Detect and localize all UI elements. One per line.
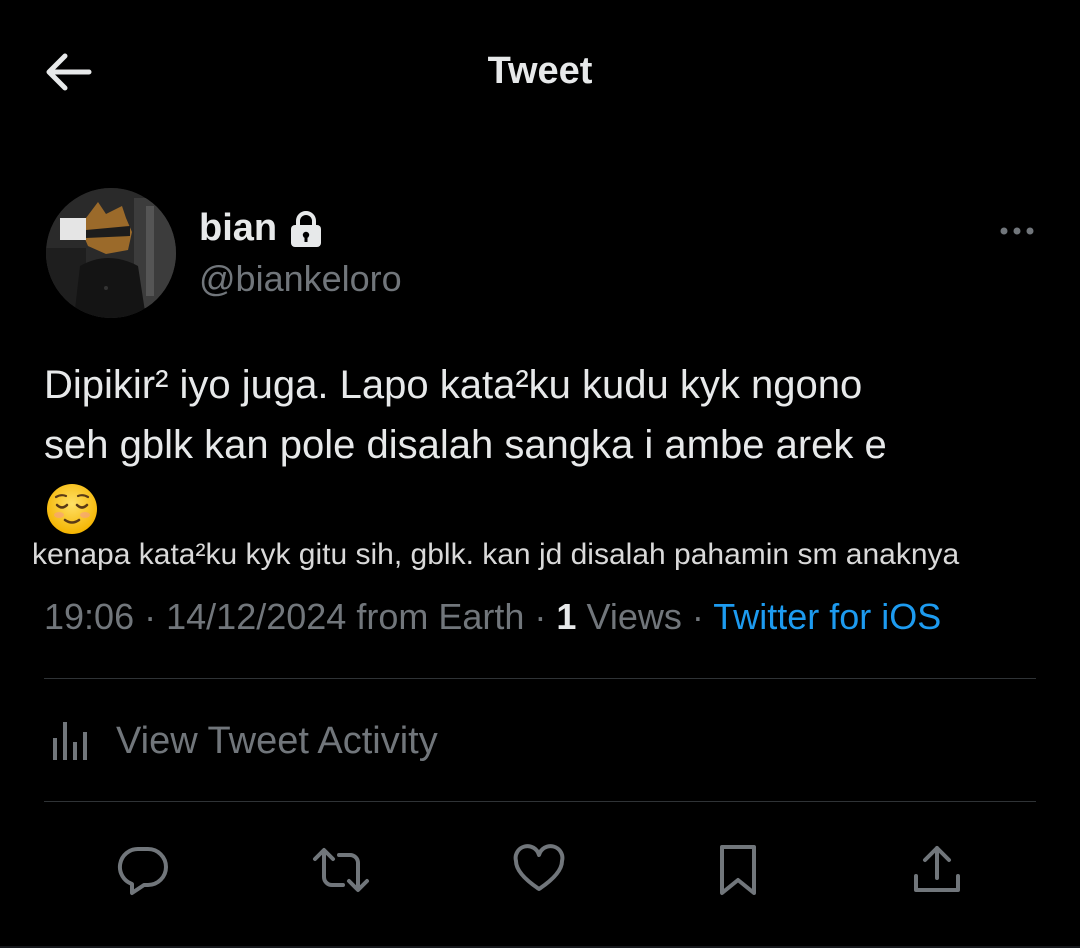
tweet-date[interactable]: 14/12/2024: [166, 596, 346, 637]
retweet-button[interactable]: [309, 838, 373, 902]
bookmark-icon: [720, 845, 756, 895]
view-tweet-activity-button[interactable]: View Tweet Activity: [44, 680, 1036, 802]
lock-icon: [291, 210, 322, 247]
tweet-text: Dipikir² iyo juga. Lapo kata²ku kudu kyk…: [44, 363, 887, 467]
author-name-row[interactable]: bian: [199, 207, 323, 250]
avatar[interactable]: [46, 188, 176, 318]
bookmark-button[interactable]: [706, 838, 770, 902]
tweet-location: from Earth: [356, 596, 525, 637]
like-button[interactable]: [507, 838, 571, 902]
retweet-icon: [313, 848, 369, 892]
tweet-source-link[interactable]: Twitter for iOS: [713, 596, 941, 637]
more-dots-icon: [1000, 227, 1034, 235]
reply-icon: [117, 846, 168, 895]
more-options-button[interactable]: [994, 216, 1042, 246]
heart-icon: [513, 844, 565, 891]
share-icon: [914, 846, 960, 892]
tweet-meta: 19:06 · 14/12/2024 from Earth · 1 Views …: [44, 596, 941, 638]
page-title: Tweet: [487, 50, 593, 92]
tweet-time[interactable]: 19:06: [44, 596, 134, 637]
tweet-action-bar: [0, 830, 1080, 910]
author-handle[interactable]: @biankeloro: [199, 258, 402, 300]
divider: [44, 678, 1036, 679]
relieved-face-emoji: [46, 483, 98, 535]
meta-separator: ·: [691, 596, 704, 637]
avatar-image: [46, 188, 176, 318]
reply-button[interactable]: [111, 838, 175, 902]
views-count: 1: [556, 596, 577, 637]
meta-separator: ·: [534, 596, 547, 637]
divider: [44, 801, 1036, 802]
view-tweet-activity-label: View Tweet Activity: [116, 719, 438, 762]
share-button[interactable]: [905, 838, 969, 902]
author-display-name[interactable]: bian: [199, 207, 277, 250]
tweet-translation: kenapa kata²ku kyk gitu sih, gblk. kan j…: [32, 538, 960, 571]
views-label: Views: [586, 596, 682, 637]
meta-separator: ·: [144, 596, 157, 637]
top-bar: Tweet: [0, 0, 1080, 145]
analytics-icon: [53, 722, 87, 760]
